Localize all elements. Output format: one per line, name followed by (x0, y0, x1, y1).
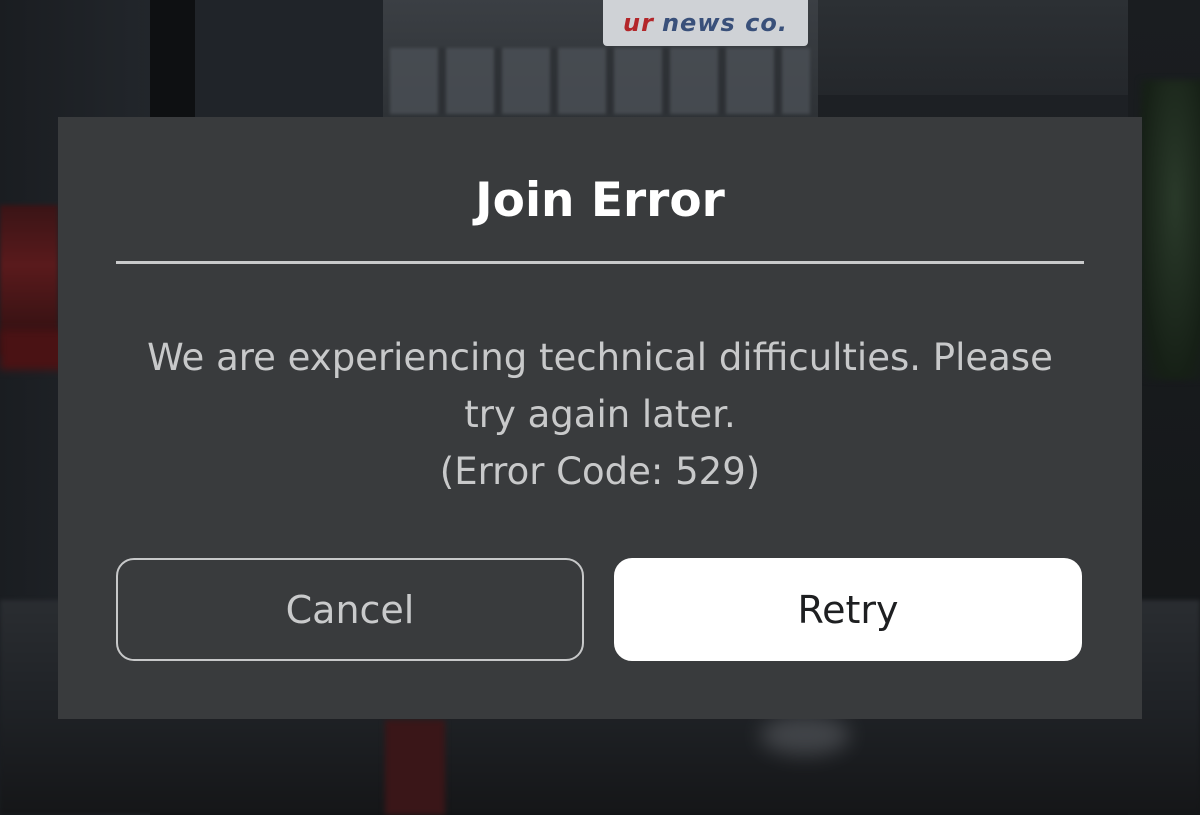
background-reflection (760, 715, 850, 755)
dialog-message-line: try again later. (464, 393, 736, 436)
cancel-button[interactable]: Cancel (116, 558, 584, 661)
retry-button[interactable]: Retry (614, 558, 1082, 661)
join-error-dialog: Join Error We are experiencing technical… (58, 117, 1142, 719)
dialog-title: Join Error (475, 173, 725, 228)
background-awning (818, 0, 1128, 95)
dialog-divider (116, 261, 1084, 264)
game-scene-background: ur news co. Join Error We are experienci… (0, 0, 1200, 815)
error-code-text: (Error Code: 529) (439, 450, 761, 493)
background-building (195, 0, 385, 120)
background-red-door (385, 720, 445, 815)
background-store-windows (390, 48, 810, 114)
background-tree (1140, 80, 1200, 380)
dialog-message: We are experiencing technical difficulti… (116, 329, 1084, 500)
store-sign-text: news co. (661, 9, 788, 37)
dialog-message-line: We are experiencing technical difficulti… (147, 336, 1053, 379)
store-sign-text-red: ur (623, 9, 654, 37)
background-store-sign: ur news co. (603, 0, 808, 46)
